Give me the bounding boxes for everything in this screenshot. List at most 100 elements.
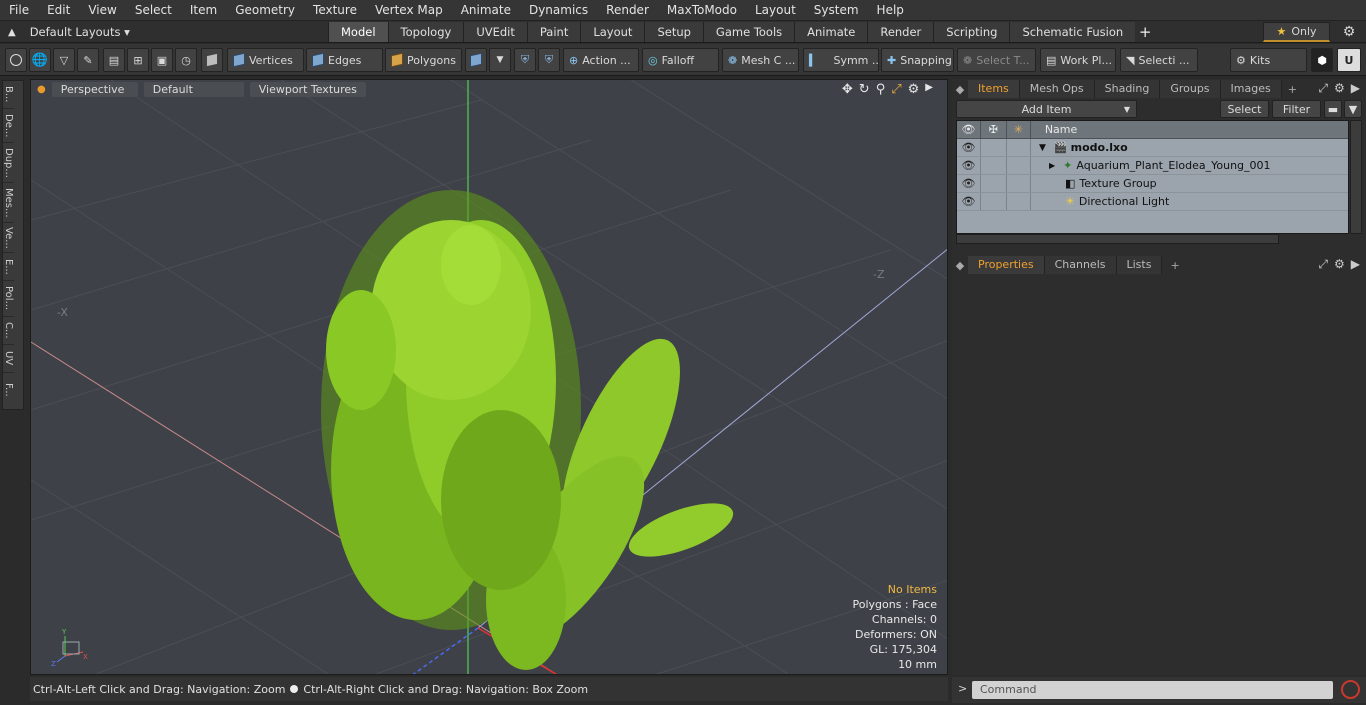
lock-cell[interactable] (981, 157, 1007, 174)
select-button[interactable]: Select (1220, 100, 1269, 118)
shield-alt-button[interactable]: ⛨ (538, 48, 560, 72)
globe-button[interactable]: 🌐 (29, 48, 51, 72)
left-tab-vertex[interactable]: Ve... (3, 223, 14, 253)
add-tab-icon[interactable]: + (1135, 22, 1155, 42)
panel-arrow-icon[interactable]: ▶ (1351, 81, 1360, 96)
menu-maxtomodo[interactable]: MaxToModo (658, 3, 746, 17)
menu-geometry[interactable]: Geometry (226, 3, 304, 17)
mesh-constraint-button[interactable]: ❁ Mesh C ... (722, 48, 799, 72)
tab-model[interactable]: Model (328, 22, 388, 42)
props-menu-icon[interactable]: ◆ (952, 259, 968, 272)
left-tab-fusion[interactable]: F... (3, 373, 14, 407)
tab-game-tools[interactable]: Game Tools (702, 22, 795, 42)
select-circle-button[interactable] (5, 48, 27, 72)
record-macro-icon[interactable] (1341, 680, 1360, 699)
falloff-button[interactable]: ◎ Falloff (642, 48, 719, 72)
select-through-button[interactable]: ❁ Select T... (957, 48, 1036, 72)
items-horizontal-scrollbar[interactable] (956, 234, 1279, 244)
tab-groups[interactable]: Groups (1160, 80, 1221, 98)
lock-cell[interactable] (981, 175, 1007, 192)
name-column-header[interactable]: Name (1031, 121, 1348, 138)
menu-item[interactable]: Item (181, 3, 226, 17)
menu-system[interactable]: System (805, 3, 868, 17)
layout-selector[interactable]: ▲ Default Layouts ▾ (0, 21, 130, 43)
expand-icon[interactable]: ⤢ (1318, 81, 1328, 96)
brush-button[interactable]: ✎ (77, 48, 99, 72)
viewport-textures-button[interactable]: Viewport Textures (249, 81, 366, 97)
menu-animate[interactable]: Animate (452, 3, 520, 17)
pen-tool-button[interactable]: ▽ (53, 48, 75, 72)
play-arrow-icon[interactable]: ▶ (925, 82, 933, 97)
expand-triangle-icon[interactable]: ▶ (1049, 161, 1055, 170)
menu-file[interactable]: File (0, 3, 38, 17)
funnel-button[interactable]: ▼ (1344, 100, 1362, 118)
tab-topology[interactable]: Topology (387, 22, 464, 42)
collapse-button[interactable]: ▬ (1324, 100, 1342, 118)
type-column-icon[interactable]: ✳ (1007, 121, 1031, 138)
items-vertical-scrollbar[interactable] (1350, 120, 1362, 234)
snapping-button[interactable]: ✚ Snapping (881, 48, 954, 72)
visibility-column-eye-icon[interactable]: 👁 (957, 121, 981, 138)
menu-layout[interactable]: Layout (746, 3, 805, 17)
timer-button[interactable]: ◷ (175, 48, 197, 72)
add-props-tab-icon[interactable]: + (1162, 259, 1179, 272)
props-arrow-icon[interactable]: ▶ (1351, 257, 1360, 272)
add-item-dropdown[interactable]: Add Item ▼ (956, 100, 1137, 118)
work-plane-button[interactable]: ▤ Work Pl... (1040, 48, 1116, 72)
collapse-arrow-icon[interactable]: ▲ (8, 27, 16, 38)
pan-icon[interactable]: ✥ (842, 82, 853, 97)
tab-schematic-fusion[interactable]: Schematic Fusion (1009, 22, 1136, 42)
rotate-icon[interactable]: ↻ (859, 82, 870, 97)
tab-mesh-ops[interactable]: Mesh Ops (1019, 80, 1095, 98)
maximize-icon[interactable]: ⤢ (891, 82, 901, 97)
tree-row-light[interactable]: 👁 ☀ Directional Light (957, 193, 1348, 211)
tab-channels[interactable]: Channels (1044, 256, 1117, 274)
left-tab-curve[interactable]: C... (3, 317, 14, 345)
lock-column-icon[interactable]: ✠ (981, 121, 1007, 138)
tab-items[interactable]: Items (968, 80, 1020, 98)
lock-cell[interactable] (981, 139, 1007, 156)
tree-row-mesh[interactable]: 👁 ▶ ✦ Aquarium_Plant_Elodea_Young_001 (957, 157, 1348, 175)
left-tab-edge[interactable]: E... (3, 253, 14, 281)
left-tab-duplicate[interactable]: Dup... (3, 143, 14, 183)
unity-button[interactable]: ⬢ (1311, 48, 1333, 72)
tab-properties[interactable]: Properties (968, 256, 1045, 274)
tab-animate[interactable]: Animate (794, 22, 868, 42)
props-gear-icon[interactable]: ⚙ (1334, 257, 1345, 272)
align-button[interactable]: ▤ (103, 48, 125, 72)
add-panel-tab-icon[interactable]: + (1282, 83, 1297, 96)
tab-render[interactable]: Render (867, 22, 934, 42)
dropdown-button[interactable]: ▼ (489, 48, 511, 72)
viewport-menu-dot-icon[interactable]: ● (37, 84, 46, 95)
visibility-eye-icon[interactable]: 👁 (957, 193, 981, 210)
tab-images[interactable]: Images (1220, 80, 1282, 98)
tree-row-texture-group[interactable]: 👁 ◧ Texture Group (957, 175, 1348, 193)
menu-texture[interactable]: Texture (304, 3, 366, 17)
kits-button[interactable]: ⚙ Kits (1230, 48, 1307, 72)
left-tab-polygon[interactable]: Pol... (3, 281, 14, 317)
menu-help[interactable]: Help (868, 3, 913, 17)
tree-row-scene[interactable]: 👁 ▼ 🎬 modo.lxo (957, 139, 1348, 157)
tab-uvedit[interactable]: UVEdit (463, 22, 527, 42)
items-gear-icon[interactable]: ⚙ (1334, 81, 1345, 96)
transform-button[interactable]: ⊞ (127, 48, 149, 72)
visibility-eye-icon[interactable]: 👁 (957, 157, 981, 174)
polygons-button[interactable]: Polygons (385, 48, 462, 72)
tab-setup[interactable]: Setup (644, 22, 703, 42)
visibility-eye-icon[interactable]: 👁 (957, 175, 981, 192)
only-button[interactable]: ★ Only (1263, 22, 1330, 42)
menu-vertex-map[interactable]: Vertex Map (366, 3, 452, 17)
zoom-icon[interactable]: ⚲ (876, 82, 886, 97)
tab-scripting[interactable]: Scripting (933, 22, 1010, 42)
material-button[interactable] (465, 48, 487, 72)
item-mode-button[interactable] (201, 48, 223, 72)
unreal-button[interactable]: U (1337, 48, 1361, 72)
left-tab-basic[interactable]: B... (3, 81, 14, 109)
tab-paint[interactable]: Paint (526, 22, 581, 42)
menu-select[interactable]: Select (126, 3, 181, 17)
filter-button[interactable]: Filter (1272, 100, 1321, 118)
collapse-triangle-icon[interactable]: ▼ (1039, 143, 1046, 153)
vertices-button[interactable]: Vertices (227, 48, 304, 72)
menu-view[interactable]: View (79, 3, 125, 17)
tab-shading[interactable]: Shading (1094, 80, 1161, 98)
